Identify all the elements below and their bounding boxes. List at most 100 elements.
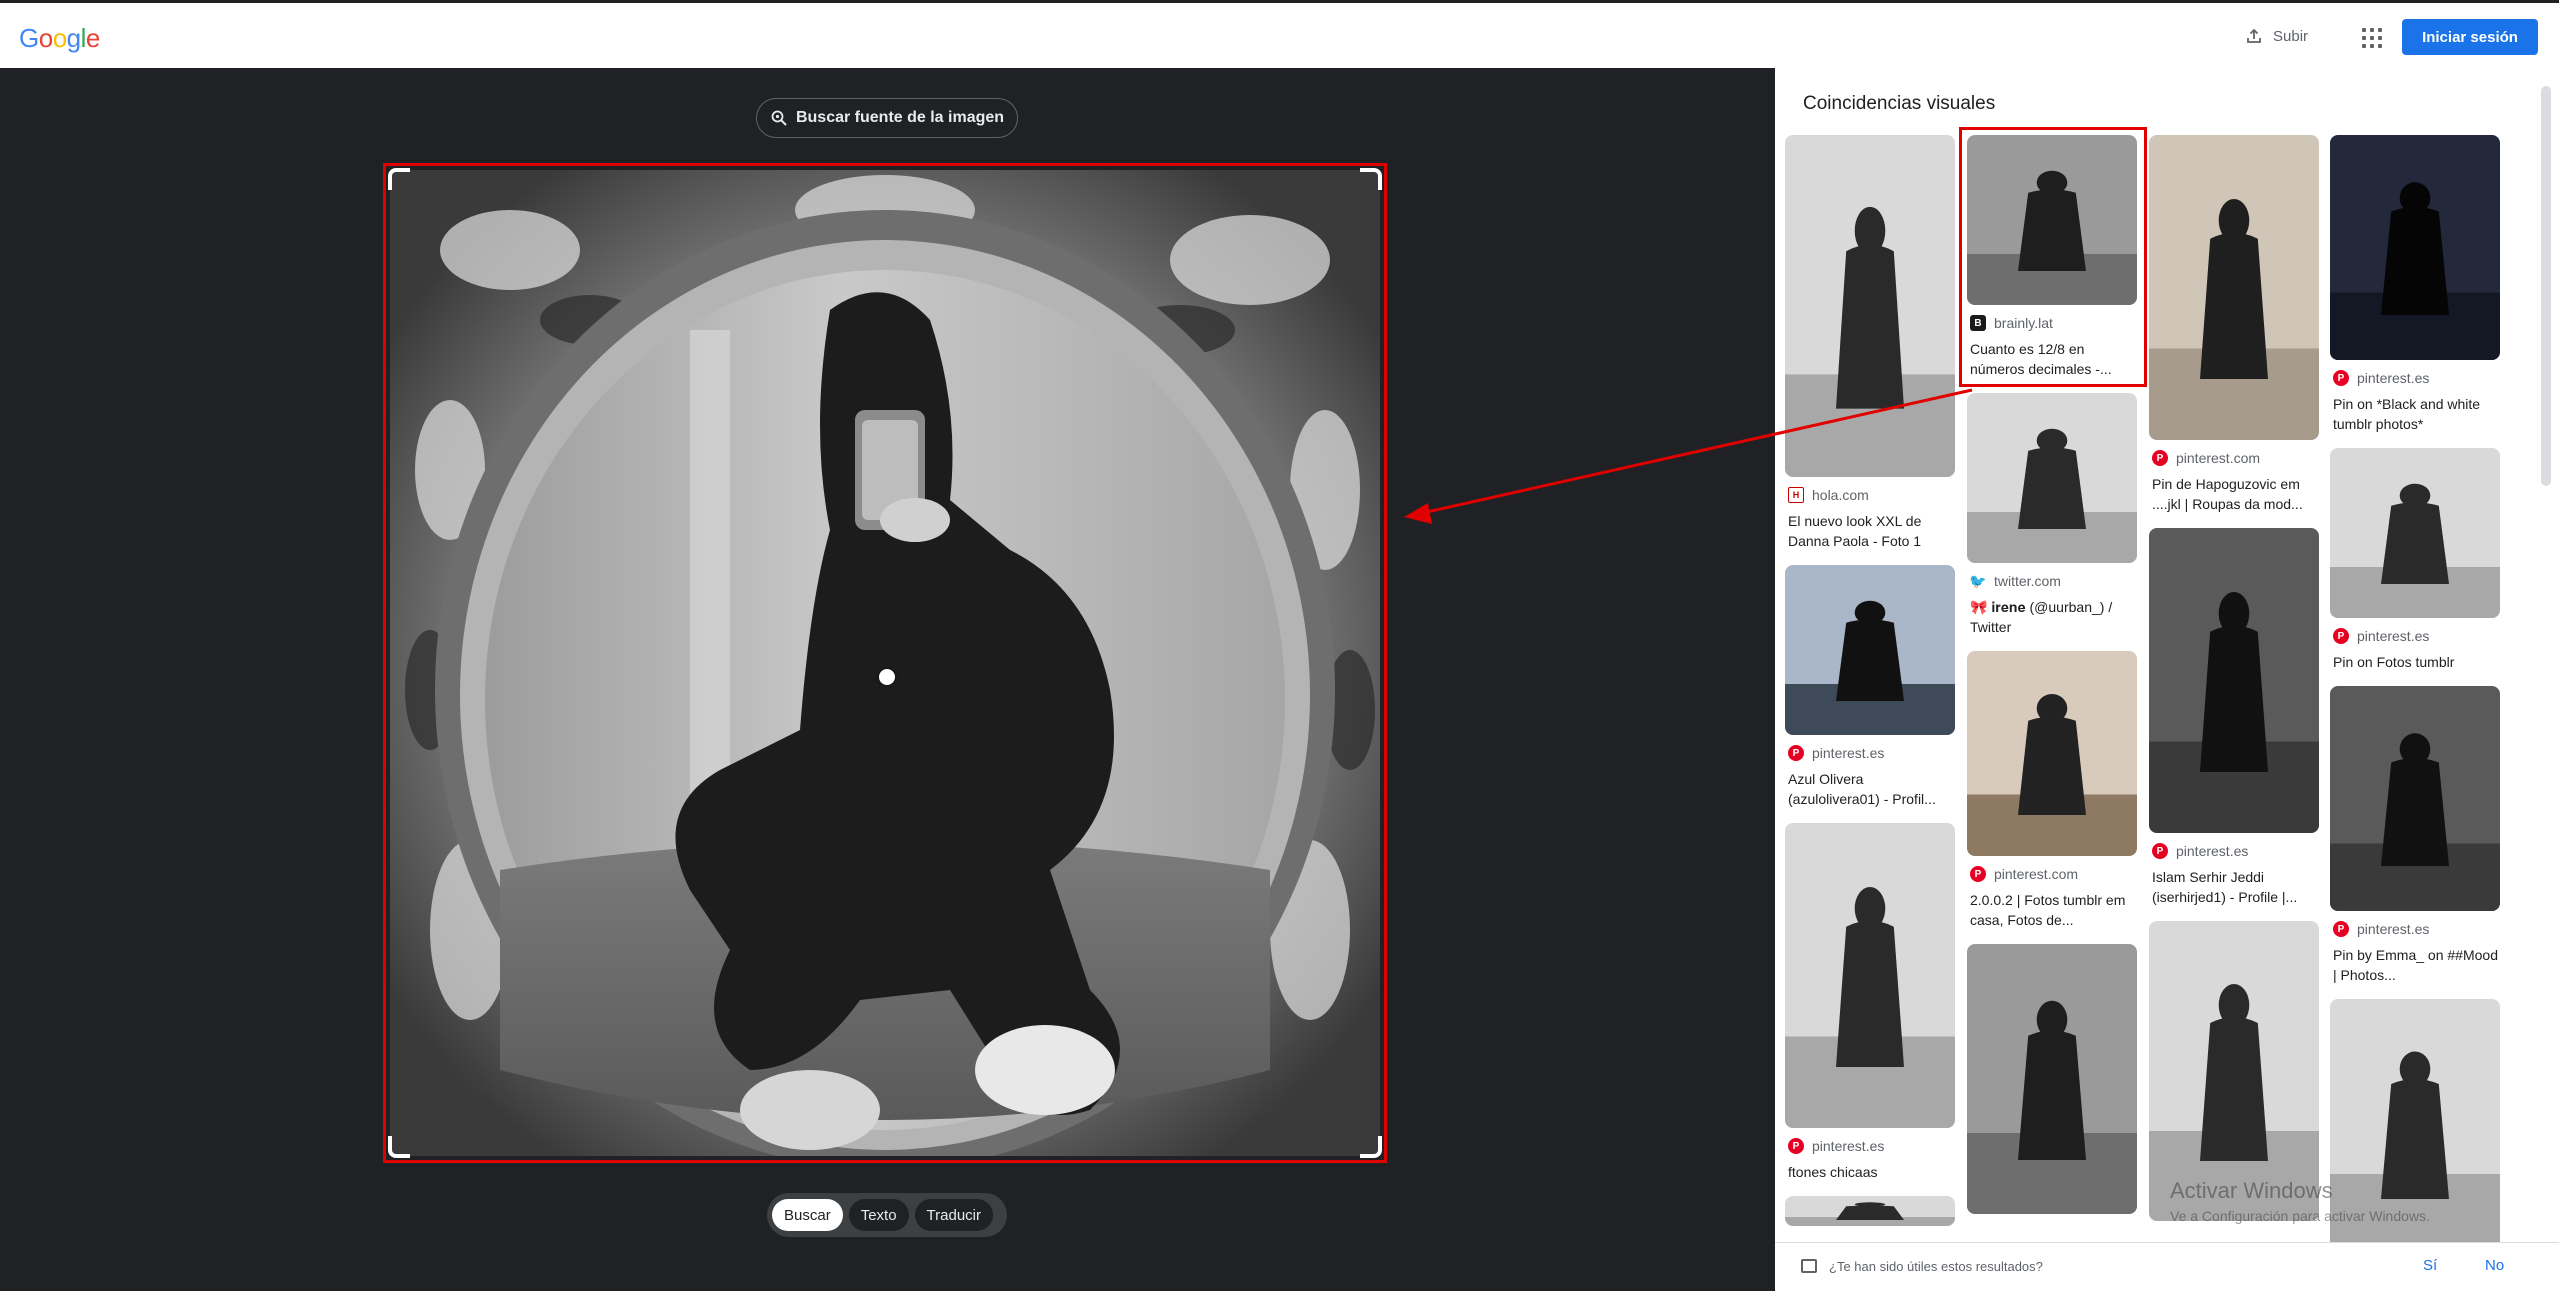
result-card[interactable]: Ppinterest.es Islam Serhir Jeddi (iserhir… [2149,528,2319,907]
result-thumbnail[interactable] [1785,1196,1955,1226]
result-source-label: pinterest.com [1994,866,2079,882]
upload-icon [2247,28,2261,43]
logo-letter: g [66,23,81,53]
result-source[interactable]: 🐦 twitter.com [1967,572,2137,590]
result-source[interactable]: Ppinterest.es [2330,628,2500,644]
result-source[interactable]: Ppinterest.com [1967,866,2137,882]
result-card[interactable] [2149,921,2319,1221]
result-title[interactable]: ftones chicaas [1785,1162,1955,1182]
result-title[interactable]: Pin by Emma_ on ##Mood | Photos... [2330,945,2500,985]
result-source[interactable]: Hhola.com [1785,487,1955,503]
feedback-no-button[interactable]: No [2485,1257,2504,1274]
result-source-label: pinterest.es [2176,843,2249,859]
result-title[interactable]: Pin on *Black and white tumblr photos* [2330,394,2500,434]
feedback-question: ¿Te han sido útiles estos resultados? [1829,1259,2043,1274]
result-source-label: pinterest.es [1812,745,1885,761]
result-source[interactable]: Ppinterest.es [1785,745,1955,761]
brainly-icon: B [1970,315,1986,331]
results-column: Ppinterest.com Pin de Hapoguzovic em ....… [2149,135,2319,1235]
result-thumbnail[interactable] [1967,135,2137,305]
result-source-label: pinterest.es [1812,1138,1885,1154]
result-thumbnail[interactable] [1785,823,1955,1128]
result-card[interactable]: Bbrainly.lat Cuanto es 12/8 en números de… [1959,127,2147,387]
mode-switcher: Buscar Texto Traducir [767,1193,1007,1237]
result-source-label: pinterest.es [2357,628,2430,644]
result-thumbnail[interactable] [1967,651,2137,856]
pinterest-icon: P [2333,628,2349,644]
google-logo[interactable]: Google [19,23,100,54]
result-card[interactable]: Ppinterest.es Pin on Fotos tumblr [2330,448,2500,672]
top-bar: Google Subir Iniciar sesión [0,0,2559,68]
result-title[interactable]: Pin de Hapoguzovic em ....jkl | Roupas d… [2149,474,2319,514]
results-scrollbar[interactable] [2541,86,2551,486]
signin-button[interactable]: Iniciar sesión [2402,19,2538,55]
mode-search-button[interactable]: Buscar [772,1199,843,1231]
result-title[interactable]: Azul Olivera (azulolivera01) - Profil... [1785,769,1955,809]
results-column: Bbrainly.lat Cuanto es 12/8 en números de… [1959,127,2147,1228]
feedback-yes-button[interactable]: Sí [2423,1257,2437,1274]
result-thumbnail[interactable] [2330,999,2500,1249]
result-title[interactable]: 2.0.0.2 | Fotos tumblr em casa, Fotos de… [1967,890,2137,930]
find-image-source-button[interactable]: Buscar fuente de la imagen [756,98,1018,138]
result-title[interactable]: Pin on Fotos tumblr [2330,652,2500,672]
result-source[interactable]: Ppinterest.com [2149,450,2319,466]
result-thumbnail[interactable] [1967,944,2137,1214]
twitter-icon: 🐦 [1969,572,1987,589]
result-thumbnail[interactable] [2330,686,2500,911]
result-title[interactable]: Cuanto es 12/8 en números decimales -... [1967,339,2137,379]
result-card[interactable]: Hhola.com El nuevo look XXL de Danna Paol… [1785,135,1955,551]
result-card[interactable]: Ppinterest.es Pin by Emma_ on ##Mood | Ph… [2330,686,2500,985]
result-card[interactable]: Ppinterest.es Azul Olivera (azulolivera01… [1785,565,1955,809]
mode-translate-button[interactable]: Traducir [914,1199,994,1231]
result-title[interactable]: El nuevo look XXL de Danna Paola - Foto … [1785,511,1955,551]
result-source-label: hola.com [1812,487,1869,503]
apps-grid-icon[interactable] [2356,22,2384,50]
mode-text-button[interactable]: Texto [848,1199,909,1231]
result-source-label: brainly.lat [1994,315,2053,331]
pinterest-icon: P [1788,1138,1804,1154]
result-source[interactable]: Ppinterest.es [1785,1138,1955,1154]
result-source[interactable]: Ppinterest.es [2330,921,2500,937]
feedback-icon [1801,1259,1817,1273]
result-source[interactable]: Ppinterest.es [2330,370,2500,386]
lens-search-icon [771,110,787,126]
result-thumbnail[interactable] [1967,393,2137,563]
result-title[interactable]: Islam Serhir Jeddi (iserhirjed1) - Profi… [2149,867,2319,907]
result-card[interactable]: 🐦 twitter.com 🎀 𝐢𝐫𝐞𝐧𝐞 (@uurban_) / Twitter [1967,393,2137,637]
hola-icon: H [1788,487,1804,503]
result-card[interactable] [2330,999,2500,1249]
result-card[interactable]: Ppinterest.com Pin de Hapoguzovic em ....… [2149,135,2319,514]
upload-label: Subir [2273,27,2309,45]
crop-region[interactable] [383,163,1387,1163]
image-panel: Buscar fuente de la imagen Buscar Texto … [0,68,1775,1291]
pinterest-icon: P [2152,450,2168,466]
result-thumbnail[interactable] [2149,921,2319,1221]
result-thumbnail[interactable] [2330,448,2500,618]
query-image [390,170,1380,1156]
focus-dot[interactable] [879,669,895,685]
pinterest-icon: P [1970,866,1986,882]
result-source[interactable]: Ppinterest.es [2149,843,2319,859]
result-source-label: pinterest.es [2357,921,2430,937]
result-card[interactable]: Ppinterest.es Pin on *Black and white tum… [2330,135,2500,434]
logo-letter: e [85,23,100,53]
feedback-bar: ¿Te han sido útiles estos resultados? Sí… [1775,1242,2559,1291]
results-column: Hhola.com El nuevo look XXL de Danna Paol… [1785,135,1955,1240]
result-thumbnail[interactable] [1785,135,1955,477]
result-card[interactable]: Ppinterest.com 2.0.0.2 | Fotos tumblr em … [1967,651,2137,930]
find-image-source-label: Buscar fuente de la imagen [795,109,1005,126]
logo-letter: o [38,23,53,53]
pinterest-icon: P [2152,843,2168,859]
result-card[interactable] [1967,944,2137,1214]
result-thumbnail[interactable] [2149,135,2319,440]
result-source[interactable]: Bbrainly.lat [1967,315,2137,331]
result-thumbnail[interactable] [2149,528,2319,833]
result-card[interactable] [1785,1196,1955,1226]
upload-button[interactable]: Subir [2235,17,2318,55]
result-source-label: pinterest.com [2176,450,2261,466]
results-panel: Coincidencias visuales Hhola.com El nuevo… [1775,68,2559,1291]
result-thumbnail[interactable] [1785,565,1955,735]
result-title[interactable]: 🎀 𝐢𝐫𝐞𝐧𝐞 (@uurban_) / Twitter [1967,597,2137,637]
result-card[interactable]: Ppinterest.es ftones chicaas [1785,823,1955,1182]
result-thumbnail[interactable] [2330,135,2500,360]
